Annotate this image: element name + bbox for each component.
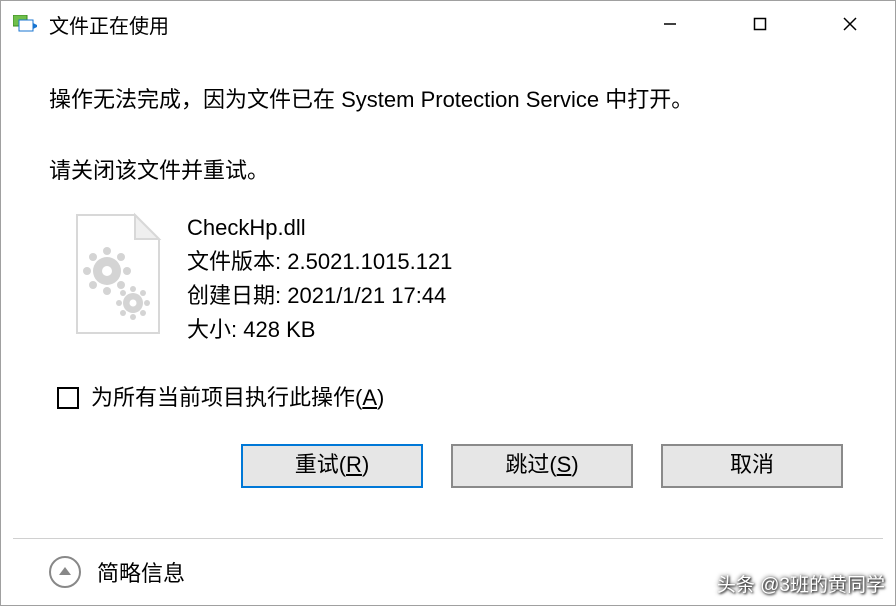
skip-button[interactable]: 跳过(S) [451,444,633,488]
titlebar: 文件正在使用 [1,1,895,47]
close-icon [842,16,858,32]
button-row: 重试(R) 跳过(S) 取消 [49,444,847,488]
apply-all-checkbox-row[interactable]: 为所有当前项目执行此操作(A) [57,383,847,414]
file-icon [71,211,165,337]
file-created-value: 2021/1/21 17:44 [287,283,446,308]
footer: 简略信息 [1,539,895,605]
brief-info-label[interactable]: 简略信息 [97,556,185,588]
file-created-row: 创建日期: 2021/1/21 17:44 [187,279,452,313]
checkbox-icon[interactable] [57,387,79,409]
file-version-row: 文件版本: 2.5021.1015.121 [187,245,452,279]
chevron-up-icon [59,567,71,575]
minimize-button[interactable] [625,1,715,47]
file-details: CheckHp.dll 文件版本: 2.5021.1015.121 创建日期: … [187,211,452,347]
retry-button[interactable]: 重试(R) [241,444,423,488]
file-version-label: 文件版本: [187,249,281,274]
file-version-value: 2.5021.1015.121 [287,249,452,274]
window-title: 文件正在使用 [49,10,169,39]
message-sub: 请关闭该文件并重试。 [49,156,847,187]
file-block: CheckHp.dll 文件版本: 2.5021.1015.121 创建日期: … [71,211,847,347]
file-size-label: 大小: [187,317,237,342]
file-size-row: 大小: 428 KB [187,313,452,347]
file-created-label: 创建日期: [187,283,281,308]
app-icon [13,15,37,33]
message-main: 操作无法完成，因为文件已在 System Protection Service … [49,85,847,116]
apply-all-label: 为所有当前项目执行此操作(A) [91,383,384,414]
dialog-window: 文件正在使用 操作无法完成，因为文件已在 System Protection S… [0,0,896,606]
close-button[interactable] [805,1,895,47]
file-size-value: 428 KB [243,317,315,342]
maximize-button[interactable] [715,1,805,47]
details-toggle[interactable] [49,556,81,588]
window-controls [625,1,895,47]
dialog-content: 操作无法完成，因为文件已在 System Protection Service … [1,47,895,508]
file-name: CheckHp.dll [187,211,452,245]
maximize-icon [753,17,767,31]
cancel-button[interactable]: 取消 [661,444,843,488]
minimize-icon [662,16,678,32]
